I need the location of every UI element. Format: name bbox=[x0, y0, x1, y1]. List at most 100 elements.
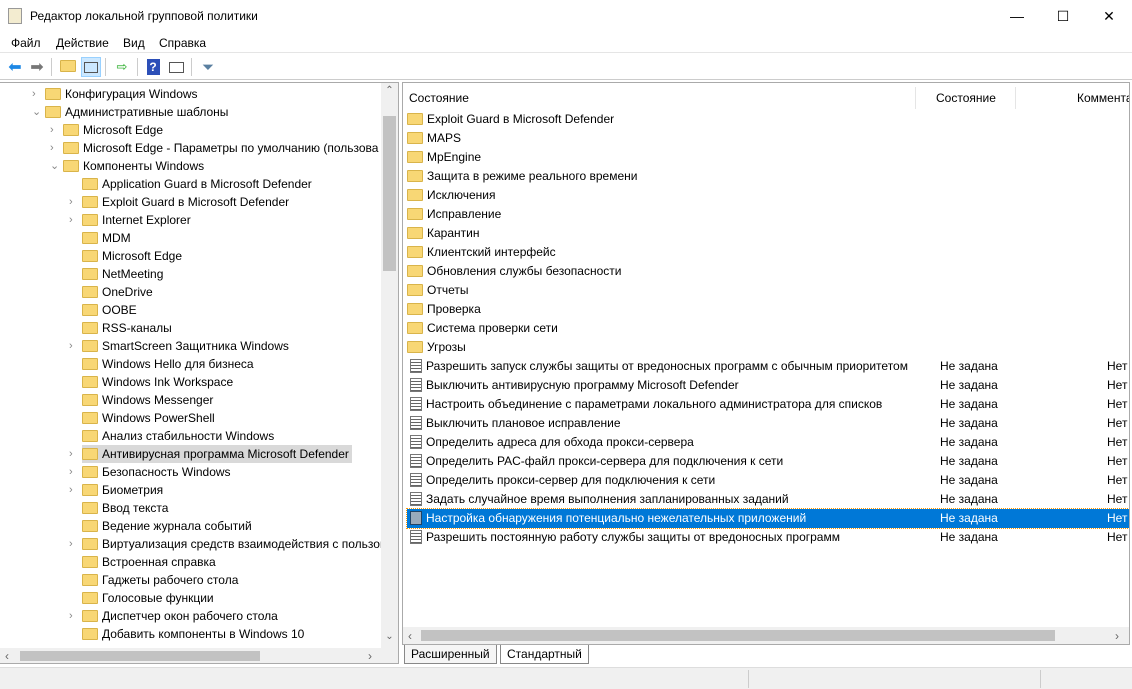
list-setting-row[interactable]: Настройка обнаружения потенциально нежел… bbox=[406, 508, 1129, 529]
tree-item-label: Встроенная справка bbox=[102, 555, 216, 569]
list-folder-row[interactable]: Исправление bbox=[407, 205, 1129, 224]
tree-horizontal-scrollbar[interactable]: ‹ › bbox=[0, 648, 398, 663]
list-folder-row[interactable]: Отчеты bbox=[407, 281, 1129, 300]
tree-hscroll-thumb[interactable] bbox=[20, 651, 260, 661]
view-tabs: Расширенный Стандартный bbox=[402, 645, 1130, 666]
chevron-right-icon[interactable]: › bbox=[69, 445, 79, 463]
tree-item-label: Microsoft Edge - Параметры по умолчанию … bbox=[83, 141, 379, 155]
list-folder-row[interactable]: Exploit Guard в Microsoft Defender bbox=[407, 110, 1129, 129]
folder-icon bbox=[82, 231, 98, 244]
chevron-right-icon[interactable]: › bbox=[69, 463, 79, 481]
folder-icon bbox=[82, 573, 98, 586]
scroll-left-icon[interactable]: ‹ bbox=[408, 629, 412, 643]
folder-name: Защита в режиме реального времени bbox=[427, 169, 638, 183]
scroll-down-icon[interactable]: ⌄ bbox=[381, 631, 398, 642]
tree-item-label: Биометрия bbox=[102, 483, 164, 497]
folder-icon bbox=[82, 591, 98, 604]
tree-vertical-scrollbar[interactable]: ⌃ ⌄ bbox=[381, 83, 398, 648]
policy-setting-icon bbox=[410, 510, 422, 525]
tree-item-label: Виртуализация средств взаимодействия с п… bbox=[102, 537, 387, 551]
list-setting-row[interactable]: Разрешить запуск службы защиты от вредон… bbox=[407, 357, 1129, 376]
folder-icon bbox=[63, 141, 79, 154]
folder-icon bbox=[82, 465, 98, 478]
menu-bar: Файл Действие Вид Справка bbox=[0, 32, 1132, 53]
folder-icon bbox=[407, 169, 423, 182]
tree-item-label: OneDrive bbox=[102, 285, 153, 299]
list-folder-row[interactable]: Клиентский интерфейс bbox=[407, 243, 1129, 262]
filter-icon[interactable]: ⏷ bbox=[198, 57, 218, 77]
list-setting-row[interactable]: Определить прокси-сервер для подключения… bbox=[407, 471, 1129, 490]
list-folder-row[interactable]: MAPS bbox=[407, 129, 1129, 148]
back-icon[interactable]: ⬅ bbox=[5, 57, 25, 77]
tab-standard[interactable]: Стандартный bbox=[500, 645, 589, 664]
scroll-right-icon[interactable]: › bbox=[368, 649, 372, 663]
show-action-pane-icon[interactable] bbox=[166, 57, 186, 77]
scroll-right-icon[interactable]: › bbox=[1115, 629, 1119, 643]
column-header-comment[interactable]: Коммента bbox=[1016, 87, 1129, 109]
list-folder-row[interactable]: Проверка bbox=[407, 300, 1129, 319]
folder-name: Клиентский интерфейс bbox=[427, 245, 556, 259]
list-setting-row[interactable]: Определить адреса для обхода прокси-серв… bbox=[407, 433, 1129, 452]
help-icon[interactable]: ? bbox=[143, 57, 163, 77]
menu-action[interactable]: Действие bbox=[56, 36, 109, 50]
column-header-state[interactable]: Состояние bbox=[916, 87, 1016, 109]
list-folder-row[interactable]: Исключения bbox=[407, 186, 1129, 205]
column-header-name[interactable]: Состояние bbox=[403, 87, 916, 109]
chevron-right-icon[interactable]: › bbox=[69, 337, 79, 355]
up-folder-icon[interactable] bbox=[58, 57, 78, 77]
chevron-down-icon[interactable]: ⌄ bbox=[32, 103, 42, 121]
chevron-right-icon[interactable]: › bbox=[69, 535, 79, 553]
export-list-icon[interactable]: ⇨ bbox=[112, 57, 132, 77]
list-setting-row[interactable]: Настроить объединение с параметрами лока… bbox=[407, 395, 1129, 414]
close-button[interactable]: ✕ bbox=[1086, 0, 1132, 32]
chevron-right-icon[interactable]: › bbox=[50, 139, 60, 157]
forward-icon[interactable]: ➡ bbox=[27, 57, 47, 77]
scroll-up-icon[interactable]: ⌃ bbox=[381, 85, 398, 96]
title-bar: Редактор локальной групповой политики — … bbox=[0, 0, 1132, 32]
list-setting-row[interactable]: Выключить антивирусную программу Microso… bbox=[407, 376, 1129, 395]
chevron-down-icon[interactable]: ⌄ bbox=[50, 157, 60, 175]
menu-file[interactable]: Файл bbox=[11, 36, 41, 50]
scroll-left-icon[interactable]: ‹ bbox=[5, 649, 9, 663]
folder-icon bbox=[82, 537, 98, 550]
chevron-right-icon[interactable]: › bbox=[69, 607, 79, 625]
chevron-right-icon[interactable]: › bbox=[69, 193, 79, 211]
console-tree[interactable]: › Конфигурация Windows ⌄ Административные ш… bbox=[0, 82, 399, 664]
list-folder-row[interactable]: MpEngine bbox=[407, 148, 1129, 167]
setting-comment: Нет bbox=[1107, 511, 1128, 525]
tree-item-label: Windows PowerShell bbox=[102, 411, 215, 425]
setting-state: Не задана bbox=[940, 397, 998, 411]
minimize-button[interactable]: — bbox=[994, 0, 1040, 32]
list-horizontal-scrollbar[interactable]: ‹ › bbox=[403, 627, 1129, 644]
folder-icon bbox=[407, 302, 423, 315]
list-folder-row[interactable]: Угрозы bbox=[407, 338, 1129, 357]
maximize-button[interactable]: ☐ bbox=[1040, 0, 1086, 32]
tree-item-label: Анализ стабильности Windows bbox=[102, 429, 275, 443]
list-setting-row[interactable]: Задать случайное время выполнения заплан… bbox=[407, 490, 1129, 509]
show-hide-tree-icon[interactable] bbox=[81, 57, 101, 77]
tree-item-label: Добавить компоненты в Windows 10 bbox=[102, 627, 305, 641]
list-setting-row[interactable]: Разрешить постоянную работу службы защит… bbox=[407, 528, 1129, 547]
tab-extended[interactable]: Расширенный bbox=[404, 645, 497, 664]
folder-name: Система проверки сети bbox=[427, 321, 558, 335]
chevron-right-icon[interactable]: › bbox=[69, 481, 79, 499]
window-title: Редактор локальной групповой политики bbox=[30, 9, 258, 23]
menu-view[interactable]: Вид bbox=[123, 36, 145, 50]
list-setting-row[interactable]: Определить PAC-файл прокси-сервера для п… bbox=[407, 452, 1129, 471]
folder-icon bbox=[82, 213, 98, 226]
list-folder-row[interactable]: Карантин bbox=[407, 224, 1129, 243]
tree-vscroll-thumb[interactable] bbox=[383, 116, 396, 271]
list-setting-row[interactable]: Выключить плановое исправление Не задана Н… bbox=[407, 414, 1129, 433]
list-folder-row[interactable]: Система проверки сети bbox=[407, 319, 1129, 338]
list-folder-row[interactable]: Обновления службы безопасности bbox=[407, 262, 1129, 281]
folder-icon bbox=[407, 226, 423, 239]
list-hscroll-thumb[interactable] bbox=[421, 630, 1055, 641]
setting-comment: Нет bbox=[1107, 435, 1128, 449]
folder-icon bbox=[82, 195, 98, 208]
menu-help[interactable]: Справка bbox=[159, 36, 206, 50]
folder-icon bbox=[407, 340, 423, 353]
chevron-right-icon[interactable]: › bbox=[32, 85, 42, 103]
chevron-right-icon[interactable]: › bbox=[50, 121, 60, 139]
chevron-right-icon[interactable]: › bbox=[69, 211, 79, 229]
list-folder-row[interactable]: Защита в режиме реального времени bbox=[407, 167, 1129, 186]
